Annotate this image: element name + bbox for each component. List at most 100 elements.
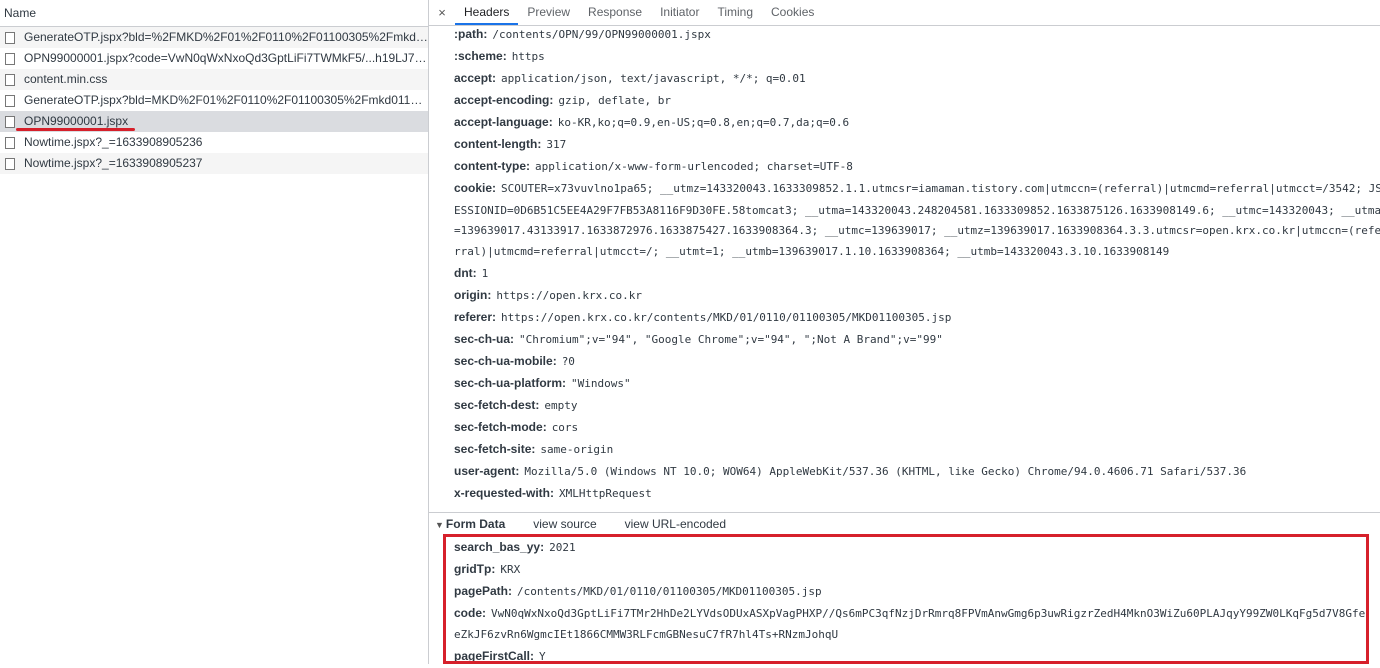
header-sec-ch-ua: sec-ch-ua: "Chromium";v="94", "Google Chr… (454, 328, 943, 350)
header-referer: referer: https://open.krx.co.kr/contents/… (454, 306, 951, 328)
file-icon (5, 52, 15, 65)
request-name: Nowtime.jspx?_=1633908905237 (24, 156, 203, 170)
header-key: :path: (454, 27, 488, 41)
header-value: rral)|utmcmd=referral|utmcct=/; __utmt=1… (454, 245, 1170, 258)
header-value: ko-KR,ko;q=0.9,en-US;q=0.8,en;q=0.7,da;q… (557, 116, 850, 129)
request-list-panel: Name GenerateOTP.jspx?bld=%2FMKD%2F01%2F… (0, 0, 429, 664)
header-cookie-cont: ESSIONID=0D6B51C5EE4A29F7FB53A8116F9D30F… (454, 199, 1380, 221)
header-value: application/x-www-form-urlencoded; chars… (535, 160, 853, 173)
header-cookie-cont: =139639017.43133917.1633872976.163387542… (454, 219, 1380, 241)
header-value: 317 (546, 138, 567, 151)
header-key: sec-fetch-site: (454, 442, 536, 456)
header-key: accept-language: (454, 115, 553, 129)
request-list: GenerateOTP.jspx?bld=%2FMKD%2F01%2F0110%… (0, 27, 428, 174)
header-content-length: content-length: 317 (454, 133, 566, 155)
request-name: Nowtime.jspx?_=1633908905236 (24, 135, 203, 149)
header-key: accept: (454, 71, 497, 85)
header-value: https://open.krx.co.kr (496, 289, 643, 302)
request-detail-panel: × Headers Preview Response Initiator Tim… (429, 0, 1380, 664)
header-key: sec-fetch-mode: (454, 420, 547, 434)
tab-timing[interactable]: Timing (708, 0, 762, 25)
header-key: dnt: (454, 266, 477, 280)
header-key: user-agent: (454, 464, 520, 478)
header-sec-ch-ua-platform: sec-ch-ua-platform: "Windows" (454, 372, 631, 394)
file-icon (5, 31, 15, 44)
header-sec-fetch-site: sec-fetch-site: same-origin (454, 438, 613, 460)
header-value: /contents/OPN/99/OPN99000001.jspx (492, 28, 711, 41)
header-value: same-origin (540, 443, 614, 456)
header-value: ESSIONID=0D6B51C5EE4A29F7FB53A8116F9D30F… (454, 204, 1380, 217)
header-accept: accept: application/json, text/javascript… (454, 67, 806, 89)
request-name: OPN99000001.jspx?code=VwN0qWxNxoQd3GptLi… (24, 51, 428, 65)
header-key: content-type: (454, 159, 530, 173)
request-name: GenerateOTP.jspx?bld=%2FMKD%2F01%2F0110%… (24, 30, 428, 44)
header-value: application/json, text/javascript, */*; … (501, 72, 806, 85)
header-value: gzip, deflate, br (558, 94, 671, 107)
request-row[interactable]: Nowtime.jspx?_=1633908905237 (0, 153, 428, 174)
name-column-header[interactable]: Name (0, 0, 428, 27)
red-highlight-box (443, 534, 1369, 664)
file-icon (5, 73, 15, 86)
header-value: https (511, 50, 545, 63)
request-row[interactable]: GenerateOTP.jspx?bld=MKD%2F01%2F0110%2F0… (0, 90, 428, 111)
header-key: cookie: (454, 181, 497, 195)
file-icon (5, 157, 15, 170)
request-row[interactable]: OPN99000001.jspx?code=VwN0qWxNxoQd3GptLi… (0, 48, 428, 69)
header-value: =139639017.43133917.1633872976.163387542… (454, 224, 1380, 237)
file-icon (5, 136, 15, 149)
header-dnt: dnt: 1 (454, 262, 488, 284)
header-value: Mozilla/5.0 (Windows NT 10.0; WOW64) App… (524, 465, 1247, 478)
header-key: content-length: (454, 137, 542, 151)
header-key: referer: (454, 310, 497, 324)
header-sec-fetch-mode: sec-fetch-mode: cors (454, 416, 578, 438)
request-name: GenerateOTP.jspx?bld=MKD%2F01%2F0110%2F0… (24, 93, 428, 107)
tab-cookies[interactable]: Cookies (762, 0, 823, 25)
view-source-link[interactable]: view source (533, 517, 596, 531)
header-key: sec-fetch-dest: (454, 398, 540, 412)
header-value: empty (544, 399, 578, 412)
header-content-type: content-type: application/x-www-form-urle… (454, 155, 853, 177)
triangle-down-icon[interactable]: ▼ (435, 514, 444, 536)
tab-initiator[interactable]: Initiator (651, 0, 708, 25)
header-key: sec-ch-ua: (454, 332, 515, 346)
file-icon (5, 115, 15, 128)
header-value: cors (551, 421, 579, 434)
header-sec-ch-ua-mobile: sec-ch-ua-mobile: ?0 (454, 350, 575, 372)
header-value: 1 (481, 267, 489, 280)
header-key: :scheme: (454, 49, 507, 63)
header-value: ?0 (561, 355, 575, 368)
request-row[interactable]: Nowtime.jspx?_=1633908905236 (0, 132, 428, 153)
header-key: accept-encoding: (454, 93, 554, 107)
header-value: https://open.krx.co.kr/contents/MKD/01/0… (501, 311, 952, 324)
header-x-requested-with: x-requested-with: XMLHttpRequest (454, 482, 652, 504)
header-accept-language: accept-language: ko-KR,ko;q=0.9,en-US;q=0… (454, 111, 849, 133)
header-cookie-cont: rral)|utmcmd=referral|utmcct=/; __utmt=1… (454, 240, 1169, 262)
header-value: "Windows" (571, 377, 631, 390)
tab-preview[interactable]: Preview (518, 0, 579, 25)
tab-headers[interactable]: Headers (455, 0, 519, 25)
header-key: origin: (454, 288, 492, 302)
header-user-agent: user-agent: Mozilla/5.0 (Windows NT 10.0;… (454, 460, 1246, 482)
tab-response[interactable]: Response (579, 0, 651, 25)
close-icon[interactable]: × (429, 0, 455, 25)
header-value: "Chromium";v="94", "Google Chrome";v="94… (519, 333, 943, 346)
header-key: x-requested-with: (454, 486, 555, 500)
header-sec-fetch-dest: sec-fetch-dest: empty (454, 394, 577, 416)
header-value: XMLHttpRequest (559, 487, 652, 500)
header-key: sec-ch-ua-platform: (454, 376, 567, 390)
request-name: content.min.css (24, 72, 108, 86)
header-cookie: cookie: SCOUTER=x73vuvlno1pa65; __utmz=14… (454, 177, 1380, 199)
header-accept-encoding: accept-encoding: gzip, deflate, br (454, 89, 671, 111)
header-key: sec-ch-ua-mobile: (454, 354, 557, 368)
red-underline-annotation (16, 128, 135, 131)
header-value: SCOUTER=x73vuvlno1pa65; __utmz=143320043… (501, 182, 1380, 195)
header-origin: origin: https://open.krx.co.kr (454, 284, 642, 306)
view-url-encoded-link[interactable]: view URL-encoded (625, 517, 726, 531)
form-data-section-header[interactable]: ▼ Form Data view source view URL-encoded (429, 512, 1380, 535)
form-data-title: Form Data (445, 517, 506, 531)
header-path: :path: /contents/OPN/99/OPN99000001.jspx (454, 23, 711, 45)
request-row[interactable]: content.min.css (0, 69, 428, 90)
request-row[interactable]: GenerateOTP.jspx?bld=%2FMKD%2F01%2F0110%… (0, 27, 428, 48)
header-scheme: :scheme: https (454, 45, 545, 67)
file-icon (5, 94, 15, 107)
